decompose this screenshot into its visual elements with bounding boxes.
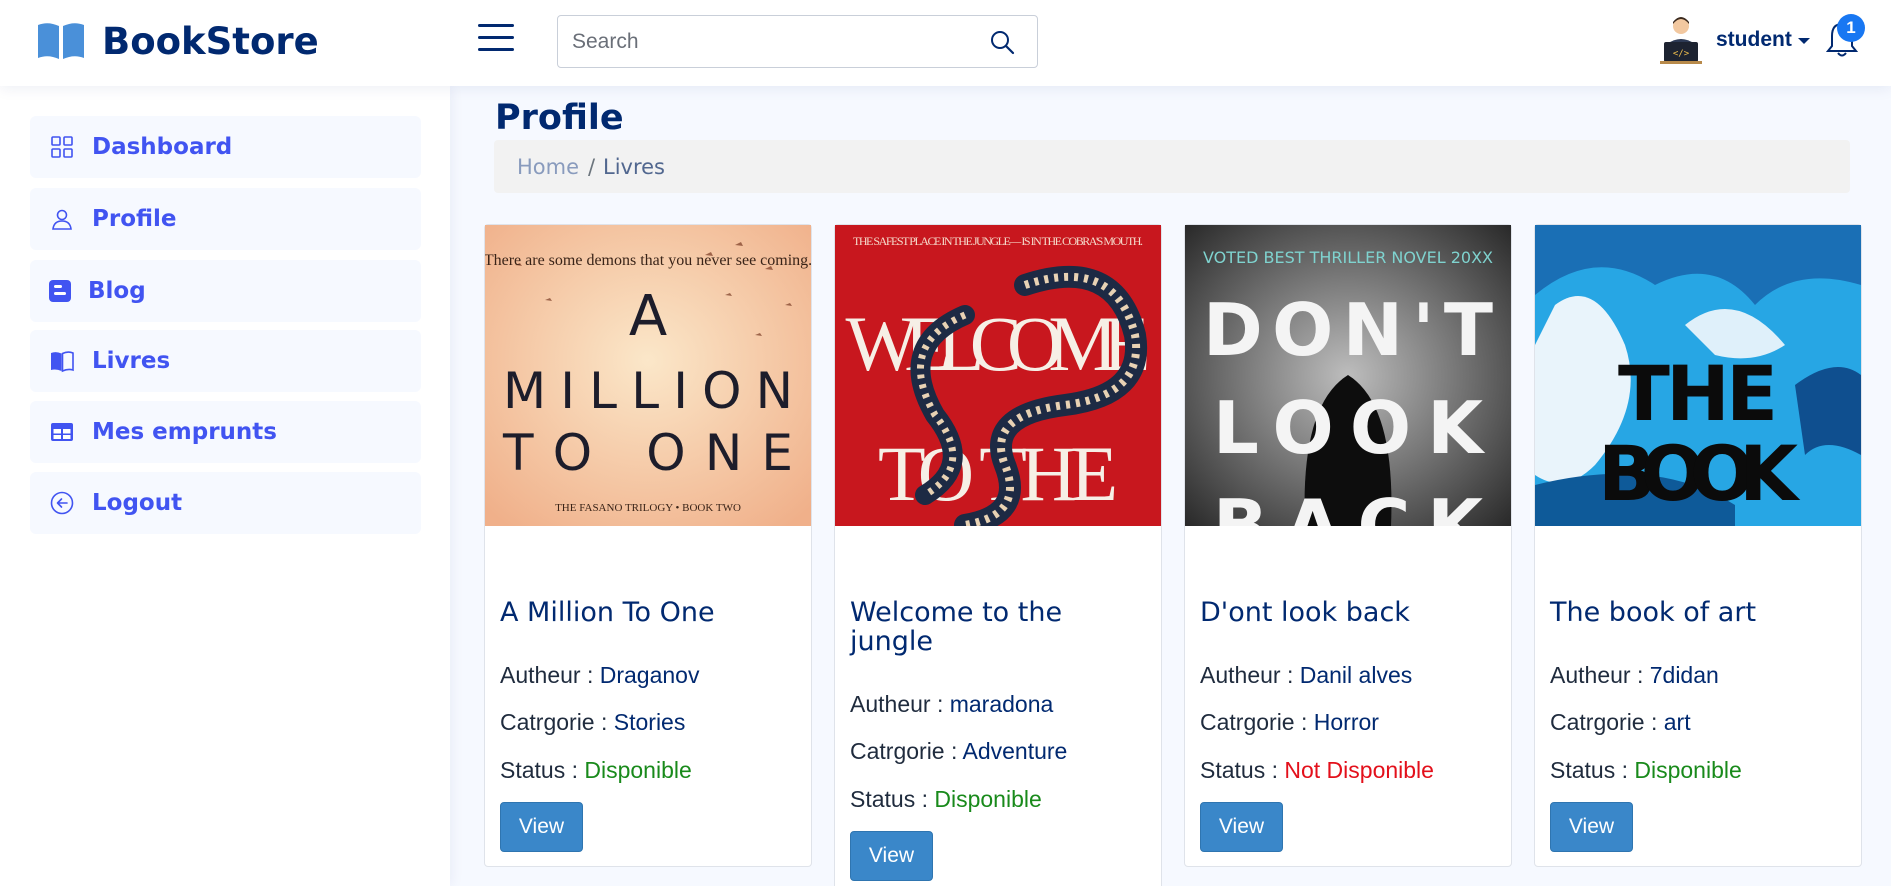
- cover-title-line: THE: [1618, 349, 1778, 438]
- book-cover-image: There are some demons that you never see…: [485, 225, 811, 526]
- sidebar-item-dashboard[interactable]: Dashboard: [30, 116, 421, 178]
- brand-logo[interactable]: BookStore: [36, 19, 319, 63]
- breadcrumb-home-link[interactable]: Home: [517, 155, 579, 179]
- sidebar-item-logout[interactable]: Logout: [30, 472, 421, 534]
- book-cover-image: THE BOOK: [1535, 225, 1861, 526]
- book-card: There are some demons that you never see…: [484, 224, 812, 867]
- book-status: Disponible: [584, 757, 692, 783]
- book-category: Horror: [1313, 709, 1379, 735]
- book-card: THE BOOK The book of art Autheur : 7dida…: [1534, 224, 1862, 867]
- svg-text:</>: </>: [1673, 49, 1690, 59]
- sidebar-toggle-button[interactable]: [478, 24, 514, 54]
- breadcrumb-current: Livres: [603, 155, 665, 179]
- cover-title-line: DON'T: [1203, 288, 1493, 372]
- book-status-row: Status : Disponible: [500, 757, 692, 783]
- avatar[interactable]: </>: [1658, 14, 1704, 66]
- open-book-icon: [38, 23, 84, 59]
- sidebar-item-label: Logout: [92, 490, 183, 516]
- book-category: art: [1663, 709, 1691, 735]
- sidebar-item-label: Blog: [88, 278, 146, 304]
- book-category: Adventure: [962, 738, 1068, 764]
- book-card: THE SAFEST PLACE IN THE JUNGLE— IS IN TH…: [834, 224, 1162, 886]
- search-input[interactable]: [558, 16, 978, 67]
- cover-title-line: BOOK: [1598, 429, 1801, 518]
- book-author-row: Autheur : Draganov: [500, 662, 700, 688]
- arrow-left-circle-icon: [50, 491, 74, 515]
- book-author: maradona: [949, 691, 1054, 717]
- caret-down-icon: [1797, 38, 1810, 44]
- view-button[interactable]: View: [1200, 802, 1283, 852]
- cover-title-line: LOOK: [1213, 386, 1485, 470]
- book-category-row: Catrgorie : Adventure: [850, 738, 1068, 764]
- breadcrumb-separator: /: [588, 155, 596, 179]
- person-icon: [52, 209, 72, 230]
- cover-tagline: VOTED BEST THRILLER NOVEL 20XX: [1203, 248, 1493, 267]
- sidebar-item-livres[interactable]: Livres: [30, 330, 421, 392]
- book-title: The book of art: [1550, 597, 1757, 628]
- sidebar-item-mes-emprunts[interactable]: Mes emprunts: [30, 401, 421, 463]
- book-author-row: Autheur : maradona: [850, 691, 1054, 717]
- sidebar-item-label: Mes emprunts: [92, 419, 277, 445]
- search-icon[interactable]: [989, 29, 1015, 55]
- table-icon: [51, 423, 73, 441]
- book-author: 7didan: [1649, 662, 1719, 688]
- blogger-icon: [49, 280, 71, 302]
- header: BookStore </> student 1: [0, 0, 1891, 86]
- sidebar: Dashboard Profile Blog Livres Mes emprun…: [0, 86, 450, 886]
- book-category-row: Catrgorie : Stories: [500, 709, 686, 735]
- book-cover-image: VOTED BEST THRILLER NOVEL 20XX DON'T LOO…: [1185, 225, 1511, 526]
- cover-tagline: THE SAFEST PLACE IN THE JUNGLE— IS IN TH…: [853, 234, 1143, 248]
- book-title: A Million To One: [500, 597, 715, 628]
- book-status: Disponible: [934, 786, 1042, 812]
- search-bar: [557, 15, 1038, 68]
- book-status-row: Status : Disponible: [850, 786, 1042, 812]
- book-author-row: Autheur : 7didan: [1550, 662, 1719, 688]
- sidebar-item-label: Dashboard: [92, 134, 233, 160]
- view-button[interactable]: View: [850, 831, 933, 881]
- book-category-row: Catrgorie : Horror: [1200, 709, 1379, 735]
- book-author: Draganov: [599, 662, 700, 688]
- book-status: Not Disponible: [1284, 757, 1434, 783]
- book-cover-image: THE SAFEST PLACE IN THE JUNGLE— IS IN TH…: [835, 225, 1161, 526]
- book-status-row: Status : Disponible: [1550, 757, 1742, 783]
- view-button[interactable]: View: [500, 802, 583, 852]
- user-menu[interactable]: student: [1716, 28, 1810, 52]
- cover-title-line: A: [629, 284, 667, 349]
- book-category: Stories: [613, 709, 686, 735]
- grid-icon: [51, 136, 73, 158]
- book-title: Welcome to the jungle: [850, 597, 1063, 657]
- hamburger-icon: [478, 24, 514, 27]
- brand-name: BookStore: [102, 19, 319, 63]
- page-title: Profile: [495, 98, 624, 138]
- sidebar-item-label: Livres: [92, 348, 171, 374]
- book-category-row: Catrgorie : art: [1550, 709, 1691, 735]
- sidebar-item-label: Profile: [92, 206, 177, 232]
- book-author: Danil alves: [1299, 662, 1413, 688]
- book-status-row: Status : Not Disponible: [1200, 757, 1434, 783]
- notification-badge: 1: [1837, 14, 1865, 42]
- book-title: D'ont look back: [1200, 597, 1410, 628]
- book-card: VOTED BEST THRILLER NOVEL 20XX DON'T LOO…: [1184, 224, 1512, 867]
- sidebar-item-blog[interactable]: Blog: [30, 260, 421, 322]
- cover-tagline: There are some demons that you never see…: [485, 252, 811, 269]
- sidebar-item-profile[interactable]: Profile: [30, 188, 421, 250]
- user-name: student: [1716, 28, 1792, 51]
- breadcrumb: Home / Livres: [494, 140, 1850, 193]
- view-button[interactable]: View: [1550, 802, 1633, 852]
- book-status: Disponible: [1634, 757, 1742, 783]
- book-author-row: Autheur : Danil alves: [1200, 662, 1413, 688]
- cover-footer: THE FASANO TRILOGY • BOOK TWO: [555, 502, 741, 514]
- book-icon: [51, 351, 74, 373]
- cover-title-line: WELCOME: [846, 300, 1151, 387]
